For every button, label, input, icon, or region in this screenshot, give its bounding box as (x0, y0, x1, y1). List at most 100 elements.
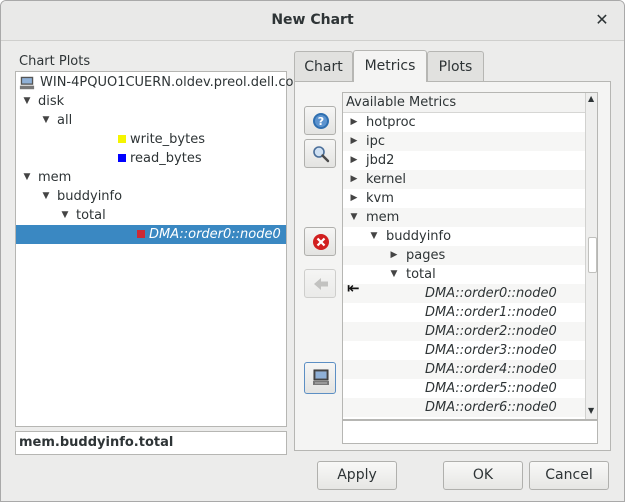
plot-color-swatch (118, 154, 126, 162)
search-button[interactable] (304, 139, 336, 168)
tab-metrics[interactable]: Metrics (353, 50, 427, 82)
scroll-down-icon[interactable]: ▼ (588, 406, 594, 415)
info-button[interactable]: ? (304, 106, 336, 135)
tree-label: all (57, 113, 73, 128)
metric-label: kvm (366, 191, 394, 206)
chart-plots-tree[interactable]: WIN-4PQUO1CUERN.oldev.preol.dell.com ▼ dis… (15, 71, 306, 427)
metric-row[interactable]: ▶ hotproc (343, 113, 585, 132)
metric-label: DMA::order0::node0 (425, 286, 557, 301)
expand-arrow-icon[interactable]: ▶ (349, 132, 359, 151)
metric-label: DMA::order2::node0 (425, 324, 557, 339)
metrics-list: ▶ hotproc ▶ ipc ▶ jbd2 ▶ kernel ▶ kvm ▼ mem ▼ buddyin… (343, 113, 585, 419)
tree-label: read_bytes (130, 151, 202, 166)
tree-row[interactable]: ▼ total (16, 206, 286, 225)
new-chart-dialog: New Chart ✕ Chart Plots WIN-4PQUO1CUERN.… (0, 0, 625, 502)
add-button[interactable] (304, 269, 336, 298)
expand-arrow-icon[interactable]: ▶ (349, 113, 359, 132)
metric-row[interactable]: DMA::order1::node0 (343, 303, 585, 322)
tree-row[interactable]: ▼ disk (16, 92, 286, 111)
available-metrics-tree[interactable]: Available Metrics ▶ hotproc ▶ ipc ▶ jbd2 ▶ kern… (342, 92, 598, 420)
tree-row[interactable]: write_bytes (16, 130, 286, 149)
tree-host-row[interactable]: WIN-4PQUO1CUERN.oldev.preol.dell.com (16, 73, 306, 92)
remove-button[interactable] (304, 227, 336, 256)
expand-arrow-icon[interactable]: ▼ (60, 206, 70, 225)
metric-label: DMA::order5::node0 (425, 381, 557, 396)
tree-row[interactable]: read_bytes (16, 149, 286, 168)
metric-filter-field[interactable] (342, 420, 598, 444)
expand-arrow-icon[interactable]: ▼ (41, 187, 51, 206)
metric-label: DMA::order3::node0 (425, 343, 557, 358)
expand-arrow-icon[interactable]: ▼ (22, 92, 32, 111)
metric-row[interactable]: ▶ ipc (343, 132, 585, 151)
chart-plots-label: Chart Plots (19, 54, 91, 69)
title-bar: New Chart ✕ (1, 1, 624, 41)
expand-arrow-icon[interactable]: ▶ (349, 189, 359, 208)
metric-label: DMA::order1::node0 (425, 305, 557, 320)
info-icon: ? (313, 113, 329, 129)
metrics-tab-page: ? Available Metrics ▶ hotproc ▶ ipc ▶ jbd2 ▶ ke… (294, 81, 611, 451)
scrollbar-thumb[interactable] (588, 237, 597, 273)
tree-label: buddyinfo (57, 189, 123, 204)
metric-row[interactable]: DMA::order4::node0 (343, 360, 585, 379)
metric-row[interactable]: ▶ pages (343, 246, 585, 265)
metrics-header: Available Metrics (343, 93, 585, 113)
metric-label: DMA::order6::node0 (425, 400, 557, 415)
tree-label: total (76, 208, 106, 223)
plot-path-field[interactable]: mem.buddyinfo.total (15, 431, 287, 455)
ok-button[interactable]: OK (443, 461, 523, 490)
metric-label: total (406, 267, 436, 282)
tree-label: WIN-4PQUO1CUERN.oldev.preol.dell.com (40, 75, 307, 90)
tree-row[interactable]: ▼ mem (16, 168, 286, 187)
metric-row[interactable]: ▼ total (343, 265, 585, 284)
metric-row[interactable]: ▶ kvm (343, 189, 585, 208)
remove-icon (313, 234, 329, 250)
tree-label: write_bytes (130, 132, 205, 147)
expand-arrow-icon[interactable]: ▼ (22, 168, 32, 187)
close-icon[interactable]: ✕ (594, 11, 610, 29)
computer-icon (19, 76, 35, 90)
metric-row[interactable]: ▼ mem (343, 208, 585, 227)
host-button[interactable] (304, 362, 336, 394)
metric-label: DMA::order4::node0 (425, 362, 557, 377)
plot-color-swatch (118, 135, 126, 143)
apply-button[interactable]: Apply (317, 461, 397, 490)
search-icon (313, 146, 330, 163)
expand-arrow-icon[interactable]: ▶ (349, 151, 359, 170)
metric-row[interactable]: ▶ kernel (343, 170, 585, 189)
collapse-arrow-icon[interactable]: ▼ (349, 208, 359, 227)
tree-row[interactable]: DMA::order0::node0 (16, 225, 286, 244)
scroll-up-icon[interactable]: ▲ (588, 94, 594, 103)
plot-color-swatch (137, 230, 145, 238)
tree-label: DMA::order0::node0 (149, 227, 281, 242)
metric-row[interactable]: ▼ buddyinfo (343, 227, 585, 246)
metric-label: mem (366, 210, 400, 225)
cancel-button[interactable]: Cancel (529, 461, 609, 490)
metric-row[interactable]: ▶ jbd2 (343, 151, 585, 170)
metric-row[interactable]: DMA::order3::node0 (343, 341, 585, 360)
tab-chart[interactable]: Chart (294, 51, 353, 82)
expand-arrow-icon[interactable]: ▶ (349, 170, 359, 189)
svg-text:?: ? (318, 115, 324, 128)
metric-label: hotproc (366, 115, 416, 130)
metric-row[interactable]: DMA::order6::node0 (343, 398, 585, 417)
metric-label: jbd2 (366, 153, 395, 168)
add-arrow-icon (314, 278, 328, 290)
metric-label: ipc (366, 134, 386, 149)
computer-icon (313, 369, 329, 385)
metric-row[interactable]: DMA::order2::node0 (343, 322, 585, 341)
collapse-arrow-icon[interactable]: ▼ (389, 265, 399, 284)
tree-row[interactable]: ▼ buddyinfo (16, 187, 286, 206)
tree-row[interactable]: ▼ all (16, 111, 286, 130)
metrics-scrollbar[interactable]: ▲ ▼ (585, 93, 597, 419)
collapse-arrow-icon[interactable]: ▼ (369, 227, 379, 246)
metric-row[interactable]: DMA::order5::node0 (343, 379, 585, 398)
metric-label: kernel (366, 172, 407, 187)
drag-cursor-icon: ⇤ (347, 279, 360, 297)
tree-label: mem (38, 170, 72, 185)
expand-arrow-icon[interactable]: ▼ (41, 111, 51, 130)
tab-plots[interactable]: Plots (427, 51, 484, 82)
metric-label: pages (406, 248, 446, 263)
dialog-title: New Chart (271, 12, 354, 28)
metric-row[interactable]: DMA::order0::node0 (343, 284, 585, 303)
expand-arrow-icon[interactable]: ▶ (389, 246, 399, 265)
